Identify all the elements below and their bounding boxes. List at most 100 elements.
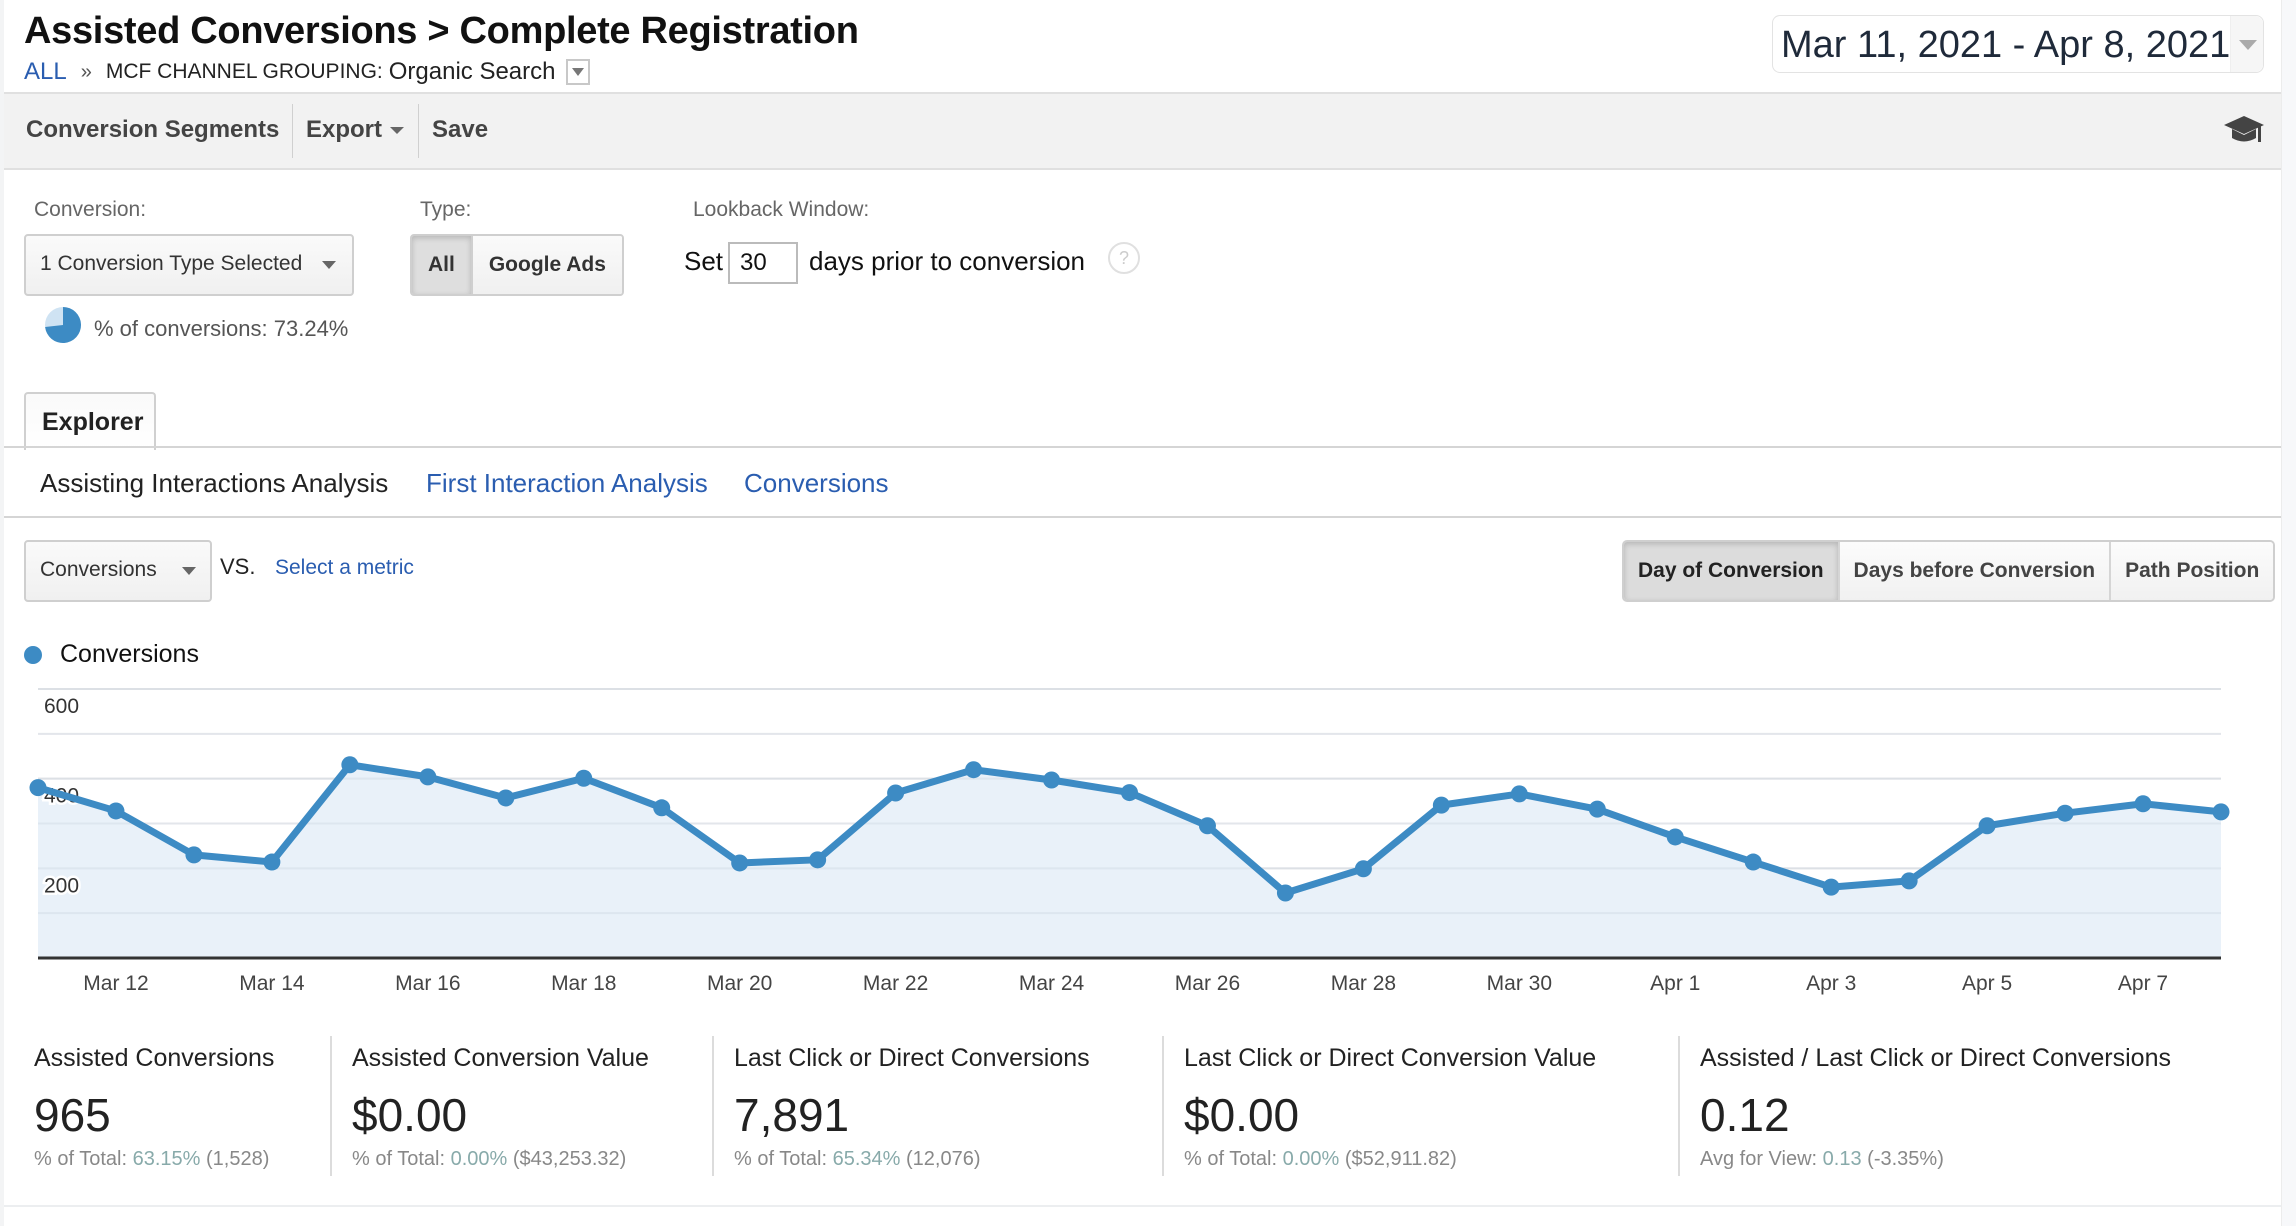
x-tick-label: Apr 7 (2118, 972, 2168, 995)
export-button[interactable]: Export (306, 116, 405, 144)
section-divider (4, 1205, 2281, 1207)
breadcrumb: ALL » MCF Channel Grouping: Organic Sear… (24, 58, 590, 86)
percent-of-conversions: % of conversions: 73.24% (94, 316, 349, 341)
graduation-cap-icon[interactable] (2223, 114, 2265, 146)
tab-explorer[interactable]: Explorer (24, 392, 156, 450)
scorecards: Assisted Conversions 965 % of Total: 63.… (4, 1030, 2281, 1180)
sub-total: (12,076) (906, 1148, 981, 1170)
data-point (1121, 784, 1138, 802)
lookback-prefix: Set (684, 246, 724, 276)
x-tick-label: Mar 22 (863, 972, 928, 995)
sub-prefix: Avg for View: (1700, 1148, 1818, 1170)
x-tick-label: Mar 30 (1487, 972, 1552, 995)
scorecard-value: $0.00 (1184, 1089, 1300, 1141)
sub-percent: 63.15% (132, 1148, 201, 1170)
sub-total: ($43,253.32) (512, 1148, 627, 1170)
chart-legend: Conversions (24, 640, 199, 669)
save-button[interactable]: Save (432, 116, 488, 144)
data-point (341, 756, 359, 774)
pie-chart-icon (45, 307, 81, 343)
scorecard-title: Assisted Conversion Value (352, 1044, 649, 1072)
data-point (2056, 804, 2074, 822)
scorecard-title: Last Click or Direct Conversions (734, 1044, 1090, 1072)
type-all-button[interactable]: All (412, 236, 473, 294)
scorecard-value: 7,891 (734, 1089, 850, 1141)
export-label: Export (306, 116, 383, 143)
x-tick-label: Apr 5 (1962, 972, 2012, 995)
legend-dot-icon (24, 645, 42, 664)
conversions-line-chart: 200400600Mar 12 Mar 14 Mar 16 Mar 18 Mar 20 M… (29, 688, 2230, 995)
x-tick-label: Apr 3 (1806, 972, 1856, 995)
breadcrumb-group-value: Organic Search (388, 58, 556, 85)
toolbar-divider (292, 104, 293, 158)
scorecard-divider (1678, 1036, 1680, 1176)
x-tick-label: Mar 20 (707, 972, 772, 995)
data-point (2134, 795, 2152, 813)
date-range-picker[interactable]: Mar 11, 2021 - Apr 8, 2021 (1772, 15, 2264, 73)
data-point (2212, 803, 2230, 821)
scorecard-divider (330, 1036, 332, 1176)
data-point (1588, 800, 1606, 818)
data-point (1822, 878, 1840, 896)
report-toolbar: Conversion Segments Export Save (4, 92, 2281, 170)
subtab-first-interaction[interactable]: First Interaction Analysis (426, 468, 708, 499)
x-tick-label: Mar 16 (395, 972, 460, 995)
data-point (1276, 884, 1294, 902)
subtab-conversions[interactable]: Conversions (744, 468, 889, 499)
data-point (107, 802, 125, 820)
conversion-label: Conversion: (34, 198, 147, 221)
scorecard-subtext: % of Total: 0.00% ($52,911.82) (1184, 1148, 1457, 1171)
subtab-assisting-interactions[interactable]: Assisting Interactions Analysis (40, 468, 388, 499)
scorecard-value: 0.12 (1700, 1089, 1790, 1141)
days-before-conversion-button[interactable]: Days before Conversion (1837, 542, 2110, 600)
scorecard-divider (712, 1036, 714, 1176)
scorecard-title: Last Click or Direct Conversion Value (1184, 1044, 1597, 1072)
scorecard-value: $0.00 (352, 1089, 468, 1141)
sub-prefix: % of Total: (352, 1148, 446, 1170)
x-tick-label: Mar 26 (1175, 972, 1240, 995)
data-point (29, 779, 47, 797)
toolbar-divider (418, 104, 419, 158)
x-tick-label: Mar 12 (83, 972, 148, 995)
data-point (419, 768, 437, 786)
data-point (1354, 860, 1372, 878)
data-point (887, 784, 905, 802)
sub-prefix: % of Total: (34, 1148, 128, 1170)
x-tick-label: Mar 24 (1019, 972, 1085, 995)
type-google-ads-button[interactable]: Google Ads (472, 236, 622, 294)
vs-label: VS. (220, 554, 256, 579)
path-position-button[interactable]: Path Position (2109, 542, 2274, 600)
day-of-conversion-button[interactable]: Day of Conversion (1624, 542, 1838, 600)
sub-total: ($52,911.82) (1344, 1148, 1457, 1170)
data-point (1744, 853, 1762, 871)
scorecard-subtext: Avg for View: 0.13 (-3.35%) (1700, 1148, 1944, 1171)
caret-down-icon (182, 567, 196, 575)
help-icon[interactable]: ? (1108, 242, 1140, 274)
subtab-divider (4, 516, 2281, 518)
tab-explorer-label: Explorer (42, 408, 144, 436)
select-metric-link[interactable]: Select a metric (275, 556, 414, 580)
data-point (1510, 785, 1528, 803)
sub-total: (1,528) (206, 1148, 270, 1170)
lookback-suffix: days prior to conversion (809, 246, 1086, 276)
scorecard-divider (1162, 1036, 1164, 1176)
scorecard-subtext: % of Total: 63.15% (1,528) (34, 1148, 269, 1171)
data-point (965, 761, 983, 779)
chevron-down-icon[interactable] (2230, 16, 2263, 72)
tab-divider (4, 446, 2281, 448)
type-toggle-group: All Google Ads (410, 234, 624, 296)
conversion-segments-button[interactable]: Conversion Segments (26, 116, 279, 144)
vertical-scrollbar[interactable] (2281, 0, 2296, 1226)
breadcrumb-all-link[interactable]: ALL (24, 58, 67, 86)
sub-percent: 0.00% (450, 1148, 508, 1170)
breadcrumb-dropdown-button[interactable] (565, 59, 590, 85)
metric-dropdown[interactable]: Conversions (24, 540, 212, 602)
conversion-type-value: 1 Conversion Type Selected (40, 252, 303, 275)
data-point (1043, 771, 1061, 789)
data-point (653, 799, 671, 817)
x-tick-label: Mar 14 (239, 972, 305, 995)
lookback-days-input[interactable] (728, 242, 798, 284)
data-point (1666, 828, 1684, 846)
scorecard-title: Assisted Conversions (34, 1044, 275, 1072)
conversion-type-dropdown[interactable]: 1 Conversion Type Selected (24, 234, 354, 296)
